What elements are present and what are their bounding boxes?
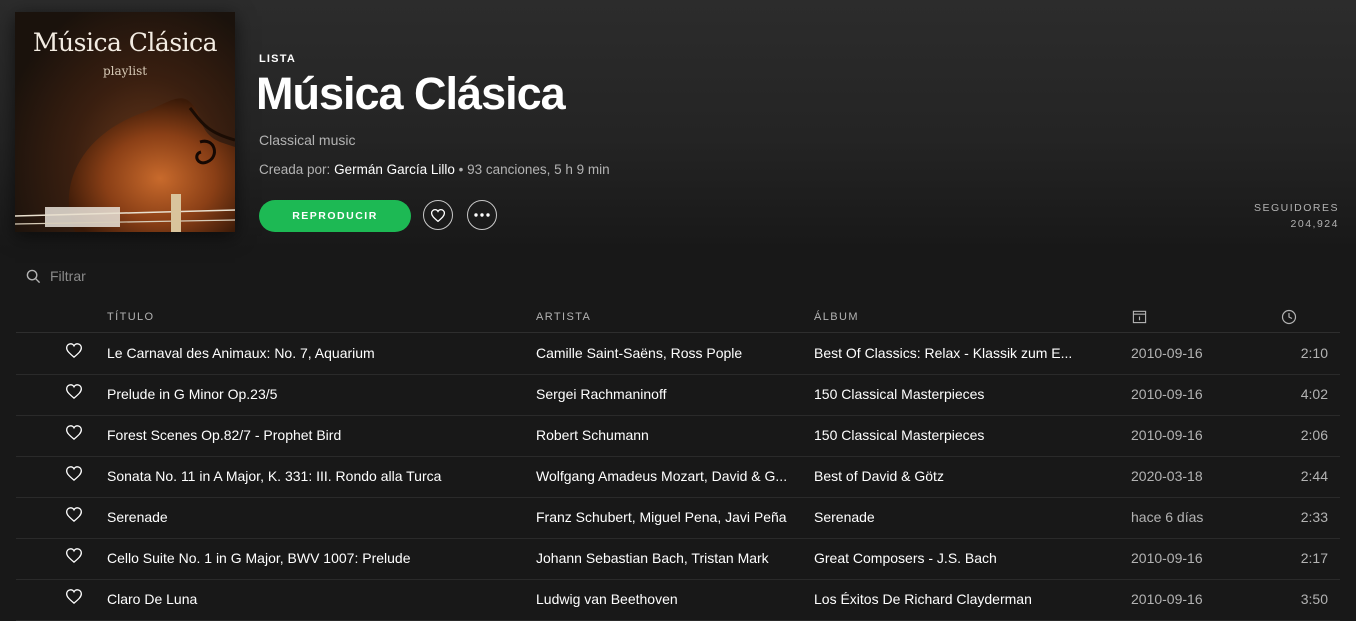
track-title[interactable]: Serenade — [107, 509, 517, 525]
heart-icon — [66, 589, 83, 605]
column-date-header[interactable] — [1132, 309, 1147, 327]
track-title[interactable]: Claro De Luna — [107, 591, 517, 607]
column-duration-header[interactable] — [1281, 309, 1297, 328]
table-row[interactable]: Claro De Luna Ludwig van Beethoven Los Éxi… — [16, 579, 1340, 621]
like-button[interactable] — [423, 200, 453, 230]
heart-icon — [66, 548, 83, 564]
save-track-button[interactable] — [66, 466, 84, 484]
track-date-added: hace 6 días — [1131, 509, 1204, 525]
track-date-added: 2020-03-18 — [1131, 468, 1203, 484]
created-by-label: Creada por: — [259, 162, 331, 177]
column-title-header[interactable]: TÍTULO — [107, 311, 155, 323]
track-artist[interactable]: Johann Sebastian Bach, Tristan Mark — [536, 550, 802, 566]
track-duration: 2:06 — [1300, 427, 1328, 443]
heart-icon — [66, 425, 83, 441]
track-date-added: 2010-09-16 — [1131, 427, 1203, 443]
more-icon — [474, 213, 490, 217]
save-track-button[interactable] — [66, 384, 84, 402]
table-row[interactable]: Serenade Franz Schubert, Miguel Pena, Jav… — [16, 497, 1340, 539]
heart-icon — [66, 507, 83, 523]
save-track-button[interactable] — [66, 343, 84, 361]
table-header: TÍTULO ARTISTA ÁLBUM — [16, 308, 1340, 333]
filter-bar — [26, 268, 250, 284]
track-artist[interactable]: Robert Schumann — [536, 427, 802, 443]
track-duration: 3:50 — [1300, 591, 1328, 607]
track-album[interactable]: Los Éxitos De Richard Clayderman — [814, 591, 1082, 607]
track-album[interactable]: Best of David & Götz — [814, 468, 1082, 484]
save-track-button[interactable] — [66, 589, 84, 607]
track-duration: 2:10 — [1300, 345, 1328, 361]
table-row[interactable]: Le Carnaval des Animaux: No. 7, Aquarium… — [16, 333, 1340, 375]
heart-icon — [431, 208, 445, 222]
track-album[interactable]: Serenade — [814, 509, 1082, 525]
playlist-type-label: LISTA — [259, 53, 296, 65]
track-title[interactable]: Le Carnaval des Animaux: No. 7, Aquarium — [107, 345, 517, 361]
track-artist[interactable]: Franz Schubert, Miguel Pena, Javi Peña — [536, 509, 802, 525]
cover-title: Música Clásica — [32, 28, 218, 57]
save-track-button[interactable] — [66, 548, 84, 566]
playlist-stats: • 93 canciones, 5 h 9 min — [454, 162, 610, 177]
track-album[interactable]: Great Composers - J.S. Bach — [814, 550, 1082, 566]
column-album-header[interactable]: ÁLBUM — [814, 311, 859, 323]
filter-input[interactable] — [50, 268, 250, 284]
track-duration: 2:44 — [1300, 468, 1328, 484]
clock-icon — [1281, 309, 1297, 325]
search-icon — [26, 269, 41, 283]
track-title[interactable]: Sonata No. 11 in A Major, K. 331: III. R… — [107, 468, 517, 484]
followers-label: SEGUIDORES — [1253, 202, 1339, 214]
track-duration: 2:17 — [1300, 550, 1328, 566]
followers-count: 204,924 — [1290, 218, 1339, 230]
save-track-button[interactable] — [66, 507, 84, 525]
save-track-button[interactable] — [66, 425, 84, 443]
heart-icon — [66, 384, 83, 400]
track-title[interactable]: Cello Suite No. 1 in G Major, BWV 1007: … — [107, 550, 517, 566]
track-artist[interactable]: Sergei Rachmaninoff — [536, 386, 802, 402]
column-artist-header[interactable]: ARTISTA — [536, 311, 591, 323]
track-duration: 2:33 — [1300, 509, 1328, 525]
playlist-meta: Creada por: Germán García Lillo • 93 can… — [259, 162, 610, 177]
playlist-cover[interactable]: Música Clásica playlist — [15, 12, 235, 232]
cover-subtitle: playlist — [102, 64, 148, 78]
calendar-icon — [1132, 310, 1147, 324]
track-date-added: 2010-09-16 — [1131, 591, 1203, 607]
track-title[interactable]: Forest Scenes Op.82/7 - Prophet Bird — [107, 427, 517, 443]
track-date-added: 2010-09-16 — [1131, 345, 1203, 361]
table-row[interactable]: Sonata No. 11 in A Major, K. 331: III. R… — [16, 456, 1340, 498]
heart-icon — [66, 466, 83, 482]
table-row[interactable]: Forest Scenes Op.82/7 - Prophet Bird Robe… — [16, 415, 1340, 457]
author-link[interactable]: Germán García Lillo — [334, 162, 455, 177]
track-artist[interactable]: Camille Saint-Saëns, Ross Pople — [536, 345, 802, 361]
track-artist[interactable]: Ludwig van Beethoven — [536, 591, 802, 607]
track-date-added: 2010-09-16 — [1131, 386, 1203, 402]
track-album[interactable]: Best Of Classics: Relax - Klassik zum E.… — [814, 345, 1082, 361]
table-row[interactable]: Cello Suite No. 1 in G Major, BWV 1007: … — [16, 538, 1340, 580]
track-album[interactable]: 150 Classical Masterpieces — [814, 386, 1082, 402]
playlist-title: Música Clásica — [256, 68, 566, 119]
table-row[interactable]: Prelude in G Minor Op.23/5 Sergei Rachman… — [16, 374, 1340, 416]
heart-icon — [66, 343, 83, 359]
track-album[interactable]: 150 Classical Masterpieces — [814, 427, 1082, 443]
track-title[interactable]: Prelude in G Minor Op.23/5 — [107, 386, 517, 402]
playlist-description: Classical music — [259, 132, 356, 148]
track-artist[interactable]: Wolfgang Amadeus Mozart, David & G... — [536, 468, 802, 484]
track-date-added: 2010-09-16 — [1131, 550, 1203, 566]
track-duration: 4:02 — [1300, 386, 1328, 402]
play-button[interactable]: REPRODUCIR — [259, 200, 411, 232]
more-options-button[interactable] — [467, 200, 497, 230]
